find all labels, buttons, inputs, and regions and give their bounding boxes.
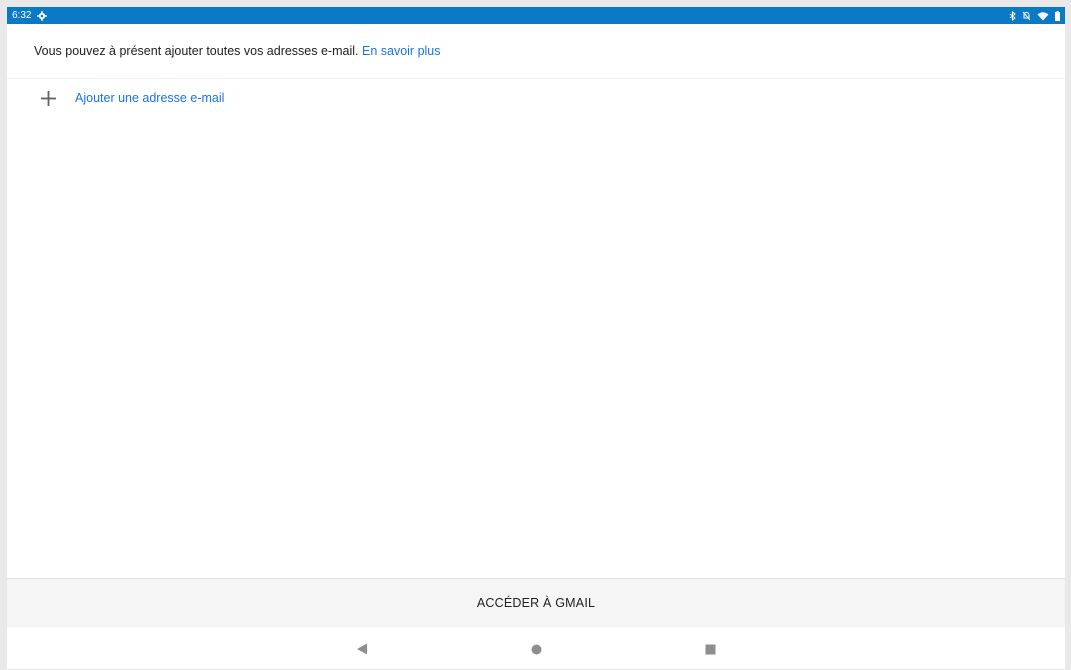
add-email-button[interactable]: Ajouter une adresse e-mail (7, 79, 1065, 119)
navigation-bar (7, 627, 1065, 669)
settings-gear-icon (37, 10, 48, 21)
bluetooth-icon (1009, 10, 1016, 21)
app-window: 6:32 Vous pouvez à présent ajouter toute… (7, 7, 1065, 669)
info-message: Vous pouvez à présent ajouter toutes vos… (34, 44, 441, 58)
add-email-label: Ajouter une adresse e-mail (75, 91, 225, 105)
silent-mode-icon (1022, 11, 1031, 21)
status-bar: 6:32 (7, 7, 1065, 24)
status-bar-left: 6:32 (12, 7, 48, 24)
wifi-icon (1037, 11, 1049, 21)
learn-more-link[interactable]: En savoir plus (362, 44, 441, 58)
bottom-action-bar: ACCÉDER À GMAIL (7, 578, 1065, 628)
info-banner: Vous pouvez à présent ajouter toutes vos… (7, 24, 1065, 79)
recent-apps-icon[interactable] (705, 642, 716, 660)
home-icon[interactable] (531, 642, 542, 660)
back-icon[interactable] (356, 642, 368, 660)
battery-icon (1055, 10, 1060, 21)
info-text: Vous pouvez à présent ajouter toutes vos… (34, 44, 359, 58)
go-to-gmail-button[interactable]: ACCÉDER À GMAIL (436, 587, 636, 619)
status-bar-right (1009, 7, 1060, 24)
status-time: 6:32 (12, 10, 32, 21)
plus-icon (40, 90, 57, 112)
